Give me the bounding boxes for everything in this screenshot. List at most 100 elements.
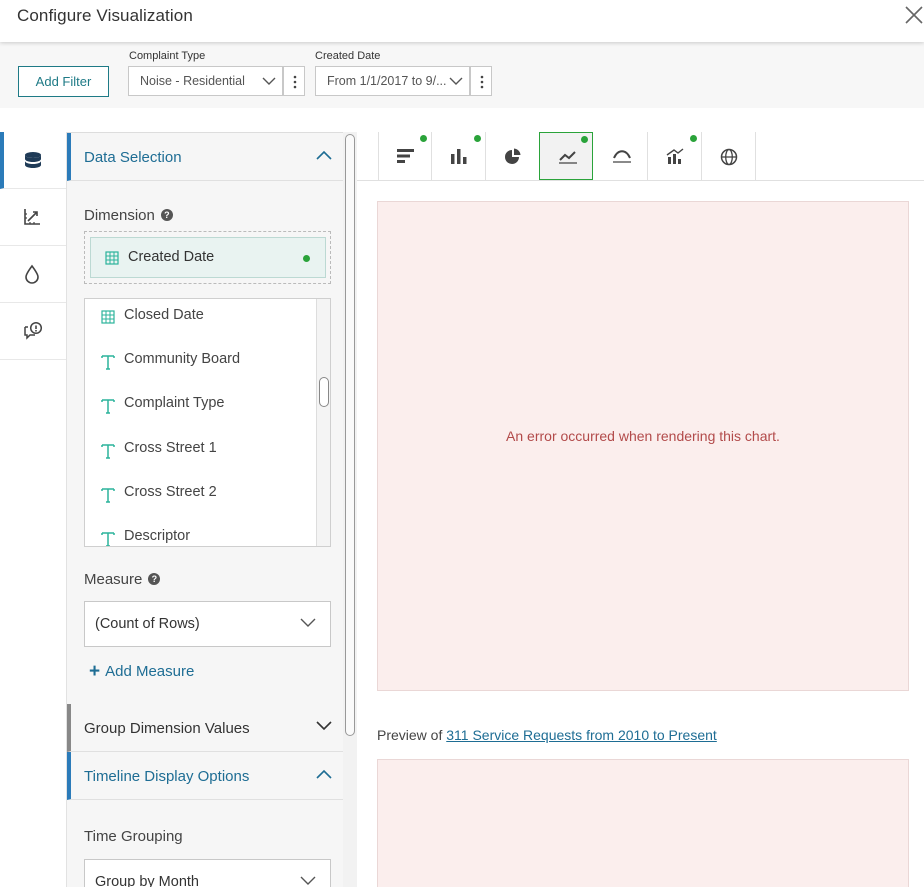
chevron-down-icon bbox=[449, 77, 463, 85]
chevron-down-icon bbox=[300, 618, 316, 627]
time-grouping-label: Time Grouping bbox=[84, 828, 183, 845]
text-type-icon bbox=[101, 399, 115, 414]
column-name: Community Board bbox=[124, 351, 241, 367]
rail-tab-colors[interactable] bbox=[0, 246, 66, 303]
chart-type-column-button[interactable] bbox=[432, 132, 486, 180]
complaint-type-filter-select[interactable]: Noise - Residential bbox=[128, 66, 283, 96]
selected-dimension-pill[interactable]: Created Date bbox=[90, 237, 326, 278]
help-icon[interactable]: ? bbox=[160, 209, 173, 221]
chart-type-bar-button[interactable] bbox=[378, 132, 432, 180]
visualization-area: An error occurred when rendering this ch… bbox=[357, 132, 924, 887]
measure-select[interactable]: (Count of Rows) bbox=[84, 601, 331, 647]
column-item[interactable]: Cross Street 2 bbox=[85, 476, 317, 520]
section-title: Group Dimension Values bbox=[84, 720, 250, 737]
config-icon-rail bbox=[0, 132, 67, 887]
rail-tab-axis[interactable] bbox=[0, 189, 66, 246]
group-dimension-section-header[interactable]: Group Dimension Values bbox=[67, 704, 343, 752]
complaint-type-filter-value: Noise - Residential bbox=[140, 74, 245, 88]
chart-type-combo-button[interactable] bbox=[648, 132, 702, 180]
chart-type-timeline-button[interactable] bbox=[539, 132, 593, 180]
text-type-icon bbox=[101, 355, 115, 370]
chevron-up-icon bbox=[316, 150, 332, 160]
close-icon[interactable] bbox=[902, 3, 924, 27]
timeline-options-section-header[interactable]: Timeline Display Options bbox=[67, 752, 343, 800]
chart-type-map-button[interactable] bbox=[702, 132, 756, 180]
chevron-down-icon bbox=[316, 721, 332, 731]
database-icon bbox=[25, 152, 41, 168]
add-measure-button[interactable]: + Add Measure bbox=[89, 661, 194, 683]
time-grouping-value: Group by Month bbox=[95, 874, 199, 887]
calendar-icon bbox=[101, 310, 115, 324]
column-item[interactable]: Community Board bbox=[85, 343, 317, 387]
preview-prefix: Preview of bbox=[377, 727, 443, 743]
add-filter-button[interactable]: Add Filter bbox=[18, 66, 109, 97]
created-date-filter-select[interactable]: From 1/1/2017 to 9/... bbox=[315, 66, 470, 96]
status-dot bbox=[690, 135, 697, 142]
column-name: Complaint Type bbox=[124, 395, 225, 411]
plus-icon: + bbox=[89, 661, 101, 682]
config-panel: Data Selection Dimension? Created Date C… bbox=[67, 132, 343, 887]
table-preview-label: Preview of 311 Service Requests from 201… bbox=[377, 727, 717, 743]
status-dot bbox=[474, 135, 481, 142]
status-dot bbox=[420, 135, 427, 142]
dataset-link[interactable]: 311 Service Requests from 2010 to Presen… bbox=[446, 727, 717, 743]
help-icon[interactable]: ? bbox=[148, 573, 161, 585]
column-item[interactable]: Complaint Type bbox=[85, 387, 317, 431]
axis-chart-icon bbox=[24, 209, 40, 225]
kebab-menu-icon bbox=[293, 75, 297, 89]
dimension-drop-zone[interactable]: Created Date bbox=[84, 231, 331, 284]
section-title: Timeline Display Options bbox=[84, 768, 250, 785]
timeline-chart-icon bbox=[559, 151, 577, 164]
measure-label: Measure? bbox=[84, 571, 161, 588]
scrollbar-thumb[interactable] bbox=[319, 377, 329, 407]
kebab-menu-icon bbox=[480, 75, 484, 89]
scrollbar-thumb[interactable] bbox=[345, 134, 355, 736]
text-type-icon bbox=[101, 444, 115, 459]
chart-type-toolbar bbox=[357, 132, 924, 181]
measure-label-text: Measure bbox=[84, 571, 143, 588]
column-list-scrollbar[interactable] bbox=[316, 299, 330, 546]
created-date-filter-value: From 1/1/2017 to 9/... bbox=[327, 74, 447, 88]
filter-label-complaint-type: Complaint Type bbox=[129, 50, 206, 62]
selected-dimension-text: Created Date bbox=[128, 249, 215, 265]
column-list[interactable]: Closed Date Community Board Complaint Ty… bbox=[84, 298, 331, 547]
chart-type-histogram-button[interactable] bbox=[594, 132, 648, 180]
add-measure-label: Add Measure bbox=[105, 663, 195, 680]
created-date-filter-menu-button[interactable] bbox=[470, 66, 492, 96]
column-name: Closed Date bbox=[124, 307, 204, 323]
horizontal-bar-chart-icon bbox=[397, 149, 414, 163]
filter-label-created-date: Created Date bbox=[315, 50, 381, 62]
chart-preview-error: An error occurred when rendering this ch… bbox=[377, 201, 909, 691]
dialog-title: Configure Visualization bbox=[17, 6, 193, 25]
column-name: Cross Street 2 bbox=[124, 484, 217, 500]
column-chart-icon bbox=[451, 149, 467, 164]
complaint-type-filter-menu-button[interactable] bbox=[283, 66, 305, 96]
histogram-curve-icon bbox=[613, 150, 631, 163]
dimension-label-text: Dimension bbox=[84, 207, 155, 224]
data-selection-section-header[interactable]: Data Selection bbox=[67, 133, 343, 181]
chevron-down-icon bbox=[262, 77, 276, 85]
globe-map-icon bbox=[720, 148, 738, 166]
chevron-up-icon bbox=[316, 769, 332, 779]
column-item[interactable]: Closed Date bbox=[85, 299, 317, 343]
measure-value: (Count of Rows) bbox=[95, 616, 200, 632]
pie-chart-icon bbox=[505, 148, 521, 164]
time-grouping-select[interactable]: Group by Month bbox=[84, 859, 331, 887]
section-title: Data Selection bbox=[84, 149, 182, 166]
chevron-down-icon bbox=[300, 876, 316, 885]
chart-type-pie-button[interactable] bbox=[486, 132, 540, 180]
dialog-header: Configure Visualization bbox=[0, 0, 924, 42]
column-item[interactable]: Cross Street 1 bbox=[85, 432, 317, 476]
rail-tab-data[interactable] bbox=[0, 132, 66, 189]
table-preview-error bbox=[377, 759, 909, 887]
info-chat-icon bbox=[24, 321, 43, 340]
column-item[interactable]: Descriptor bbox=[85, 520, 317, 546]
column-name: Descriptor bbox=[124, 528, 191, 544]
collapsible-sections: Group Dimension Values Timeline Display … bbox=[67, 704, 343, 800]
rail-tab-legend[interactable] bbox=[0, 303, 66, 360]
error-message: An error occurred when rendering this ch… bbox=[506, 428, 780, 444]
calendar-icon bbox=[105, 251, 119, 265]
column-name: Cross Street 1 bbox=[124, 440, 217, 456]
status-dot bbox=[303, 255, 310, 262]
config-panel-scrollbar[interactable] bbox=[343, 132, 357, 887]
